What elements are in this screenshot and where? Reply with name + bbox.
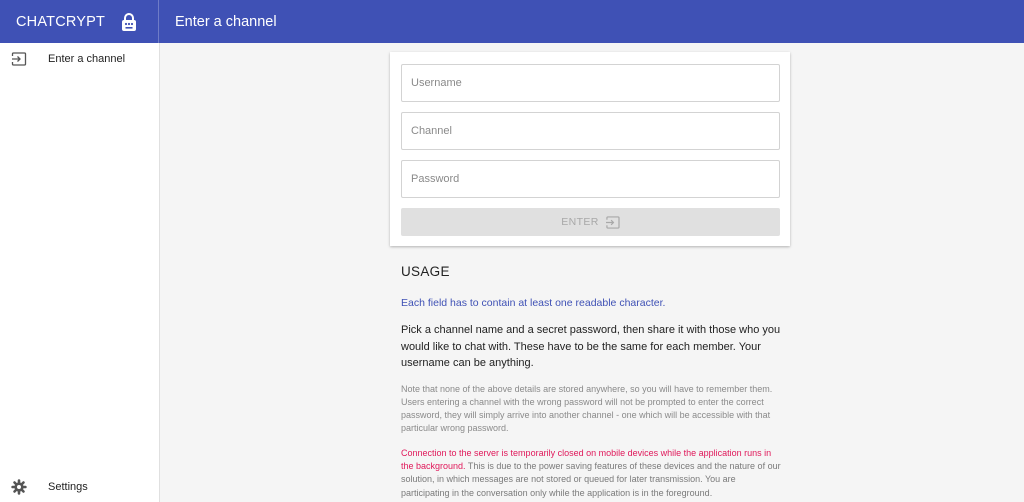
usage-rule: Each field has to contain at least one r… <box>401 297 666 309</box>
enter-button[interactable]: ENTER <box>401 208 780 236</box>
sidebar-item-enter-channel[interactable]: Enter a channel <box>0 43 159 75</box>
usage-warning: Connection to the server is temporarily … <box>401 447 786 500</box>
sidebar: Enter a channel Settings <box>0 43 160 502</box>
sidebar-item-label: Enter a channel <box>48 53 126 65</box>
channel-input[interactable] <box>401 112 780 150</box>
page-title: Enter a channel <box>175 13 277 30</box>
sidebar-item-settings[interactable]: Settings <box>0 471 159 502</box>
login-icon <box>604 215 620 229</box>
login-icon <box>11 52 27 66</box>
sidebar-item-label: Settings <box>48 481 88 493</box>
app-name: CHATCRYPT <box>16 13 106 30</box>
app-bar: CHATCRYPT Enter a channel <box>0 0 1024 43</box>
username-input[interactable] <box>401 64 780 102</box>
usage-section: USAGE Each field has to contain at least… <box>401 264 786 500</box>
login-card: ENTER <box>390 52 790 246</box>
usage-note: Note that none of the above details are … <box>401 383 773 434</box>
password-input[interactable] <box>401 160 780 198</box>
lock-icon <box>122 12 136 31</box>
usage-heading: USAGE <box>401 264 450 279</box>
enter-button-label: ENTER <box>561 216 599 228</box>
gear-icon <box>11 479 27 495</box>
brand: CHATCRYPT <box>0 0 159 43</box>
usage-instructions: Pick a channel name and a secret passwor… <box>401 324 781 369</box>
